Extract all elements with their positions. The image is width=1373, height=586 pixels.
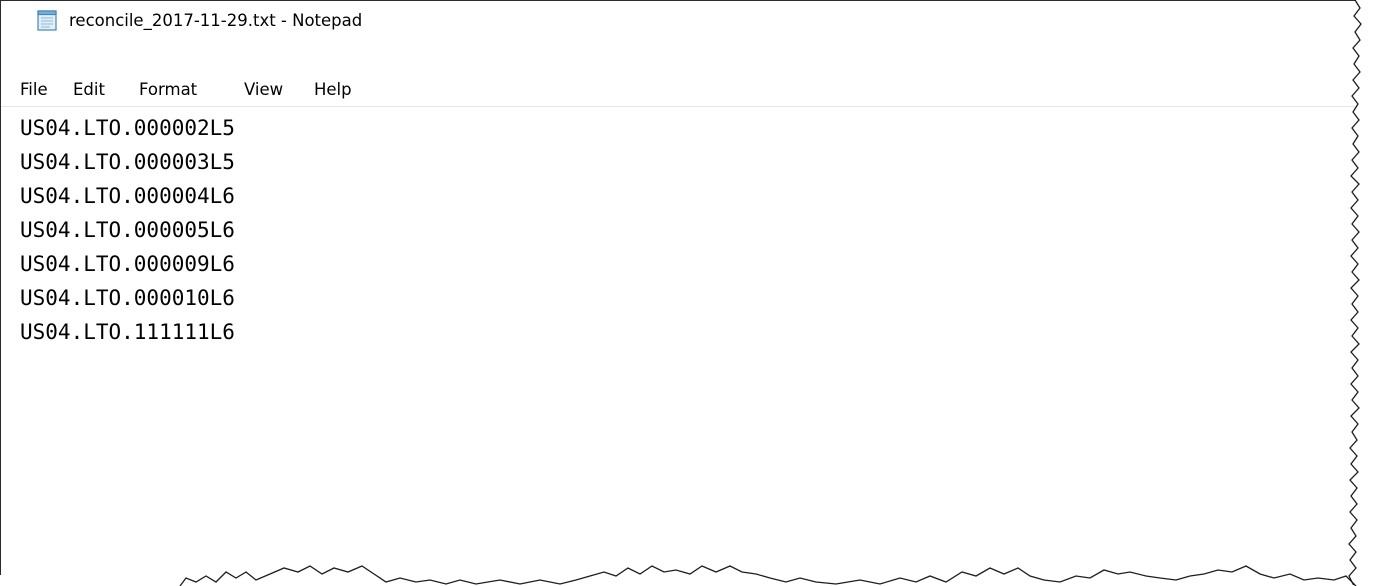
screenshot-frame: reconcile_2017-11-29.txt - Notepad File … bbox=[0, 0, 1373, 586]
torn-edge-decoration bbox=[0, 0, 1373, 586]
